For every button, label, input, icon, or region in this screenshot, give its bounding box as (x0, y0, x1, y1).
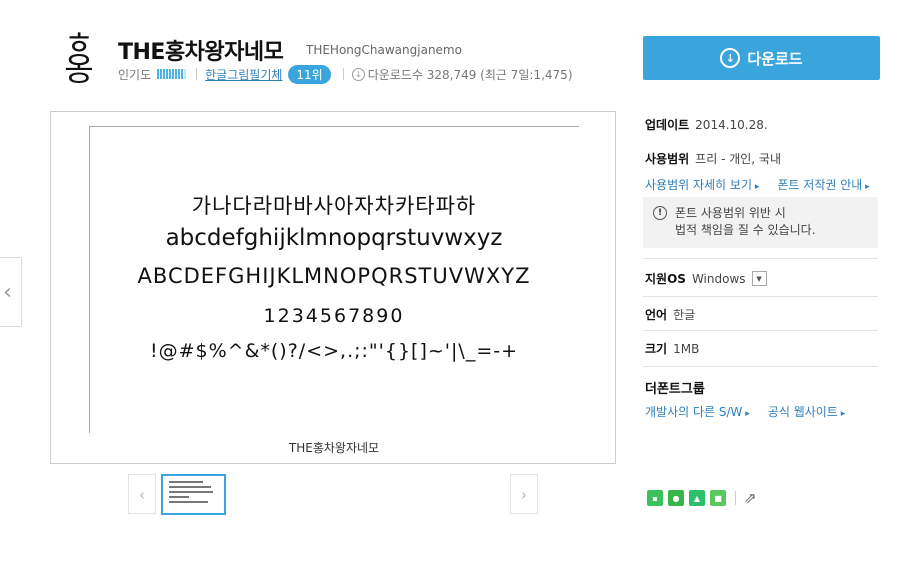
usage-links: 사용범위 자세히 보기 폰트 저작권 안내 (645, 176, 888, 193)
sample-digits: 1234567890 (263, 305, 405, 327)
font-subtitle: THEHongChawangjanemo (306, 43, 462, 57)
update-row: 업데이트 2014.10.28. (645, 116, 768, 133)
thumbnail-next-button[interactable]: › (510, 474, 538, 514)
usage-value: 프리 - 개인, 국내 (695, 152, 782, 166)
language-label: 언어 (645, 308, 668, 322)
update-value: 2014.10.28. (695, 118, 768, 132)
warning-icon: ! (653, 206, 667, 220)
os-row: 지원OS Windows ▼ (645, 270, 767, 287)
divider (643, 366, 878, 367)
rank-badge: 11위 (288, 64, 331, 84)
category-link[interactable]: 한글그림필기체 (205, 66, 282, 83)
kakaostory-share-icon[interactable]: ● (668, 490, 684, 506)
notice-line-1: 폰트 사용범위 위반 시 (675, 206, 786, 220)
group-heading: 더폰트그룹 (645, 382, 705, 397)
sample-hangul: 가나다라마바사아자차카타파하 (191, 194, 477, 218)
popularity-label: 인기도 (118, 67, 152, 82)
size-label: 크기 (645, 342, 668, 356)
language-value: 한글 (673, 308, 696, 322)
download-count: 다운로드수 328,749 (최근 7일:1,475) (367, 67, 573, 82)
sample-symbols: !@#$%^&*()?/<>,.;:"'{}[]~'|\_=-+ (149, 340, 519, 362)
font-logo: ㅎ 옹 (62, 27, 96, 88)
naver-share-icon[interactable]: ■ (710, 490, 726, 506)
group-links: 개발사의 다른 S/W 공식 웹사이트 (645, 403, 863, 420)
usage-notice: ! 폰트 사용범위 위반 시 법적 책임을 질 수 있습니다. (643, 197, 878, 248)
share-bar: ▪ ● ▲ ■ ⇗ (647, 489, 757, 507)
preview-thumbnail[interactable] (161, 474, 226, 515)
os-value: Windows (691, 271, 746, 286)
thumbnail-prev-button[interactable]: ‹ (128, 474, 156, 514)
language-row: 언어 한글 (645, 306, 695, 323)
download-icon: ↓ (720, 48, 741, 68)
divider (342, 68, 344, 80)
os-dropdown-icon[interactable]: ▼ (751, 271, 767, 286)
official-site-link[interactable]: 공식 웹사이트 (768, 403, 845, 420)
notice-line-2: 법적 책임을 질 수 있습니다. (675, 223, 816, 237)
divider (196, 68, 198, 80)
usage-label: 사용범위 (645, 152, 690, 166)
font-preview: 가나다라마바사아자차카타파하 abcdefghijklmnopqrstuvwxy… (50, 111, 616, 464)
font-detail-page: ‹ ㅎ 옹 THE홍차왕자네모 THEHongChawangjanemo 인기도… (0, 0, 908, 565)
update-label: 업데이트 (645, 118, 690, 132)
copyright-link[interactable]: 폰트 저작권 안내 (777, 176, 869, 193)
sample-lowercase: abcdefghijklmnopqrstuvwxyz (165, 225, 503, 251)
usage-row: 사용범위 프리 - 개인, 국내 (645, 150, 781, 167)
download-button-label: 다운로드 (747, 49, 803, 68)
group-heading-row: 더폰트그룹 (645, 378, 711, 397)
font-meta-row: 인기도 한글그림필기체 11위 ↓ 다운로드수 328,749 (최근 7일:1… (118, 64, 573, 84)
preview-caption: THE홍차왕자네모 (288, 441, 380, 455)
font-title: THE홍차왕자네모 (118, 40, 284, 65)
line-share-icon[interactable]: ▪ (647, 490, 663, 506)
divider (643, 296, 878, 297)
divider (643, 258, 878, 259)
sample-uppercase: ABCDEFGHIJKLMNOPQRSTUVWXYZ (137, 264, 531, 288)
logo-glyph-bottom: 옹 (64, 50, 94, 88)
download-button[interactable]: ↓ 다운로드 (643, 36, 880, 80)
os-label: 지원OS (645, 272, 686, 286)
divider (735, 491, 736, 505)
download-count-icon: ↓ (351, 67, 365, 81)
share-export-icon[interactable]: ⇗ (744, 489, 757, 507)
size-value: 1MB (673, 342, 700, 356)
popularity-meter (157, 69, 187, 79)
previous-font-button[interactable]: ‹ (0, 257, 22, 327)
size-row: 크기 1MB (645, 340, 699, 357)
divider (643, 330, 878, 331)
developer-software-link[interactable]: 개발사의 다른 S/W (645, 403, 750, 420)
band-share-icon[interactable]: ▲ (689, 490, 705, 506)
usage-detail-link[interactable]: 사용범위 자세히 보기 (645, 176, 759, 193)
